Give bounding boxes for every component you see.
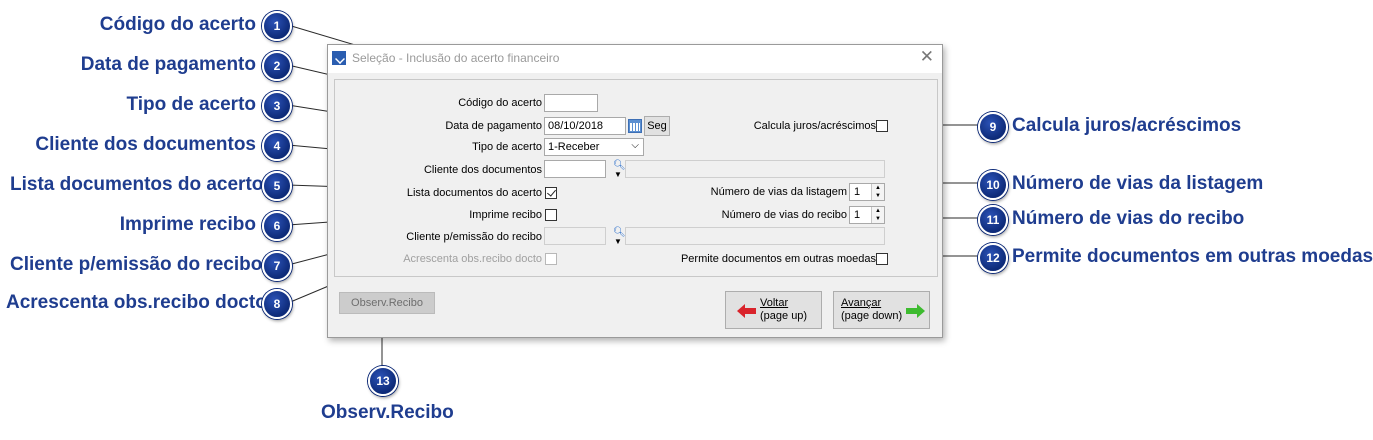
spin-down-icon[interactable]: ▼ xyxy=(872,192,884,200)
annotation-badge-5: 5 xyxy=(262,171,292,201)
annotation-badge-8: 8 xyxy=(262,289,292,319)
annotation-badge-4: 4 xyxy=(262,131,292,161)
spin-up-icon[interactable]: ▲ xyxy=(872,184,884,192)
annotation-badge-3: 3 xyxy=(262,91,292,121)
annotation-label-3: Tipo de acerto xyxy=(126,94,256,115)
annotation-badge-1: 1 xyxy=(262,11,292,41)
arrow-left-icon xyxy=(737,304,756,318)
vias-listagem-spinner[interactable]: 1 ▲ ▼ xyxy=(849,183,885,201)
window-title: Seleção - Inclusão do acerto financeiro xyxy=(352,51,560,65)
annotation-badge-12: 12 xyxy=(978,243,1008,273)
annotation-badge-10: 10 xyxy=(978,170,1008,200)
annotation-label-11: Número de vias do recibo xyxy=(1012,208,1245,229)
close-button[interactable]: ✕ xyxy=(920,47,934,67)
cliente-docs-label: Cliente dos documentos xyxy=(423,164,542,176)
calcula-juros-label: Calcula juros/acréscimos xyxy=(753,120,876,132)
cliente-docs-name-field xyxy=(625,160,885,178)
weekday-button[interactable]: Seg xyxy=(644,116,670,136)
imprime-recibo-checkbox[interactable] xyxy=(545,209,557,221)
moedas-checkbox[interactable] xyxy=(876,253,888,265)
avancar-label: Avançar xyxy=(841,297,882,309)
annotation-badge-7: 7 xyxy=(262,251,292,281)
cliente-recibo-code-input xyxy=(544,227,606,245)
dropdown-arrow-icon: ▼ xyxy=(614,170,622,179)
spin-up-icon[interactable]: ▲ xyxy=(872,207,884,215)
form-group: Código do acerto Data de pagamento 08/10… xyxy=(334,79,938,277)
arrow-right-icon xyxy=(906,304,925,318)
annotation-badge-11: 11 xyxy=(978,205,1008,235)
cliente-recibo-lookup[interactable]: 🔍︎ ▼ xyxy=(611,227,626,247)
spin-down-icon[interactable]: ▼ xyxy=(872,215,884,223)
app-icon xyxy=(332,51,346,65)
lista-docs-checkbox[interactable] xyxy=(545,187,557,199)
annotation-badge-2: 2 xyxy=(262,51,292,81)
acrescenta-obs-label: Acrescenta obs.recibo docto xyxy=(403,253,542,265)
annotation-label-7: Cliente p/emissão do recibo xyxy=(10,254,263,275)
voltar-button[interactable]: Voltar (page up) xyxy=(725,291,822,329)
chevron-down-icon: ⌵ xyxy=(631,140,639,151)
vias-recibo-value: 1 xyxy=(854,209,861,221)
cliente-recibo-name-field xyxy=(625,227,885,245)
acrescenta-obs-checkbox[interactable] xyxy=(545,253,557,265)
annotation-label-10: Número de vias da listagem xyxy=(1012,173,1264,194)
dropdown-arrow-icon: ▼ xyxy=(614,237,622,246)
annotation-label-5: Lista documentos do acerto xyxy=(10,174,264,195)
voltar-label: Voltar xyxy=(760,297,789,309)
vias-recibo-label: Número de vias do recibo xyxy=(721,209,847,221)
moedas-label: Permite documentos em outras moedas xyxy=(680,253,876,265)
observ-recibo-button[interactable]: Observ.Recibo xyxy=(339,292,435,314)
cliente-recibo-label: Cliente p/emissão do recibo xyxy=(406,231,542,243)
annotation-label-1: Código do acerto xyxy=(99,14,256,35)
tipo-acerto-select[interactable]: 1-Receber ⌵ xyxy=(544,138,644,156)
annotation-badge-9: 9 xyxy=(978,112,1008,142)
imprime-recibo-label: Imprime recibo xyxy=(469,209,542,221)
calcula-juros-checkbox[interactable] xyxy=(876,120,888,132)
annotation-label-6: Imprime recibo xyxy=(119,214,256,235)
annotation-badge-13: 13 xyxy=(368,366,398,396)
cliente-docs-lookup[interactable]: 🔍︎ ▼ xyxy=(611,160,626,180)
voltar-shortcut: (page up) xyxy=(760,310,808,322)
dialog-window: Seleção - Inclusão do acerto financeiro … xyxy=(327,44,943,338)
avancar-button[interactable]: Avançar (page down) xyxy=(833,291,930,329)
annotation-label-9: Calcula juros/acréscimos xyxy=(1012,115,1242,136)
vias-recibo-spinner[interactable]: 1 ▲ ▼ xyxy=(849,206,885,224)
annotation-label-2: Data de pagamento xyxy=(80,54,256,75)
title-bar[interactable]: Seleção - Inclusão do acerto financeiro … xyxy=(328,45,942,73)
annotation-label-4: Cliente dos documentos xyxy=(35,134,256,155)
data-pagamento-input[interactable]: 08/10/2018 xyxy=(544,117,626,135)
calendar-icon[interactable] xyxy=(628,119,642,133)
lista-docs-label: Lista documentos do acerto xyxy=(406,187,542,199)
annotation-badge-6: 6 xyxy=(262,211,292,241)
annotation-label-8: Acrescenta obs.recibo docto xyxy=(6,292,267,313)
avancar-shortcut: (page down) xyxy=(841,310,903,322)
codigo-label: Código do acerto xyxy=(458,97,542,109)
data-pagamento-label: Data de pagamento xyxy=(445,120,542,132)
codigo-input[interactable] xyxy=(544,94,598,112)
tipo-acerto-value: 1-Receber xyxy=(548,141,600,153)
tipo-acerto-label: Tipo de acerto xyxy=(472,141,542,153)
cliente-docs-code-input[interactable] xyxy=(544,160,606,178)
vias-listagem-label: Número de vias da listagem xyxy=(710,186,847,198)
annotation-label-13: Observ.Recibo xyxy=(321,402,454,423)
annotation-label-12: Permite documentos em outras moedas xyxy=(1012,246,1373,267)
vias-listagem-value: 1 xyxy=(854,186,861,198)
